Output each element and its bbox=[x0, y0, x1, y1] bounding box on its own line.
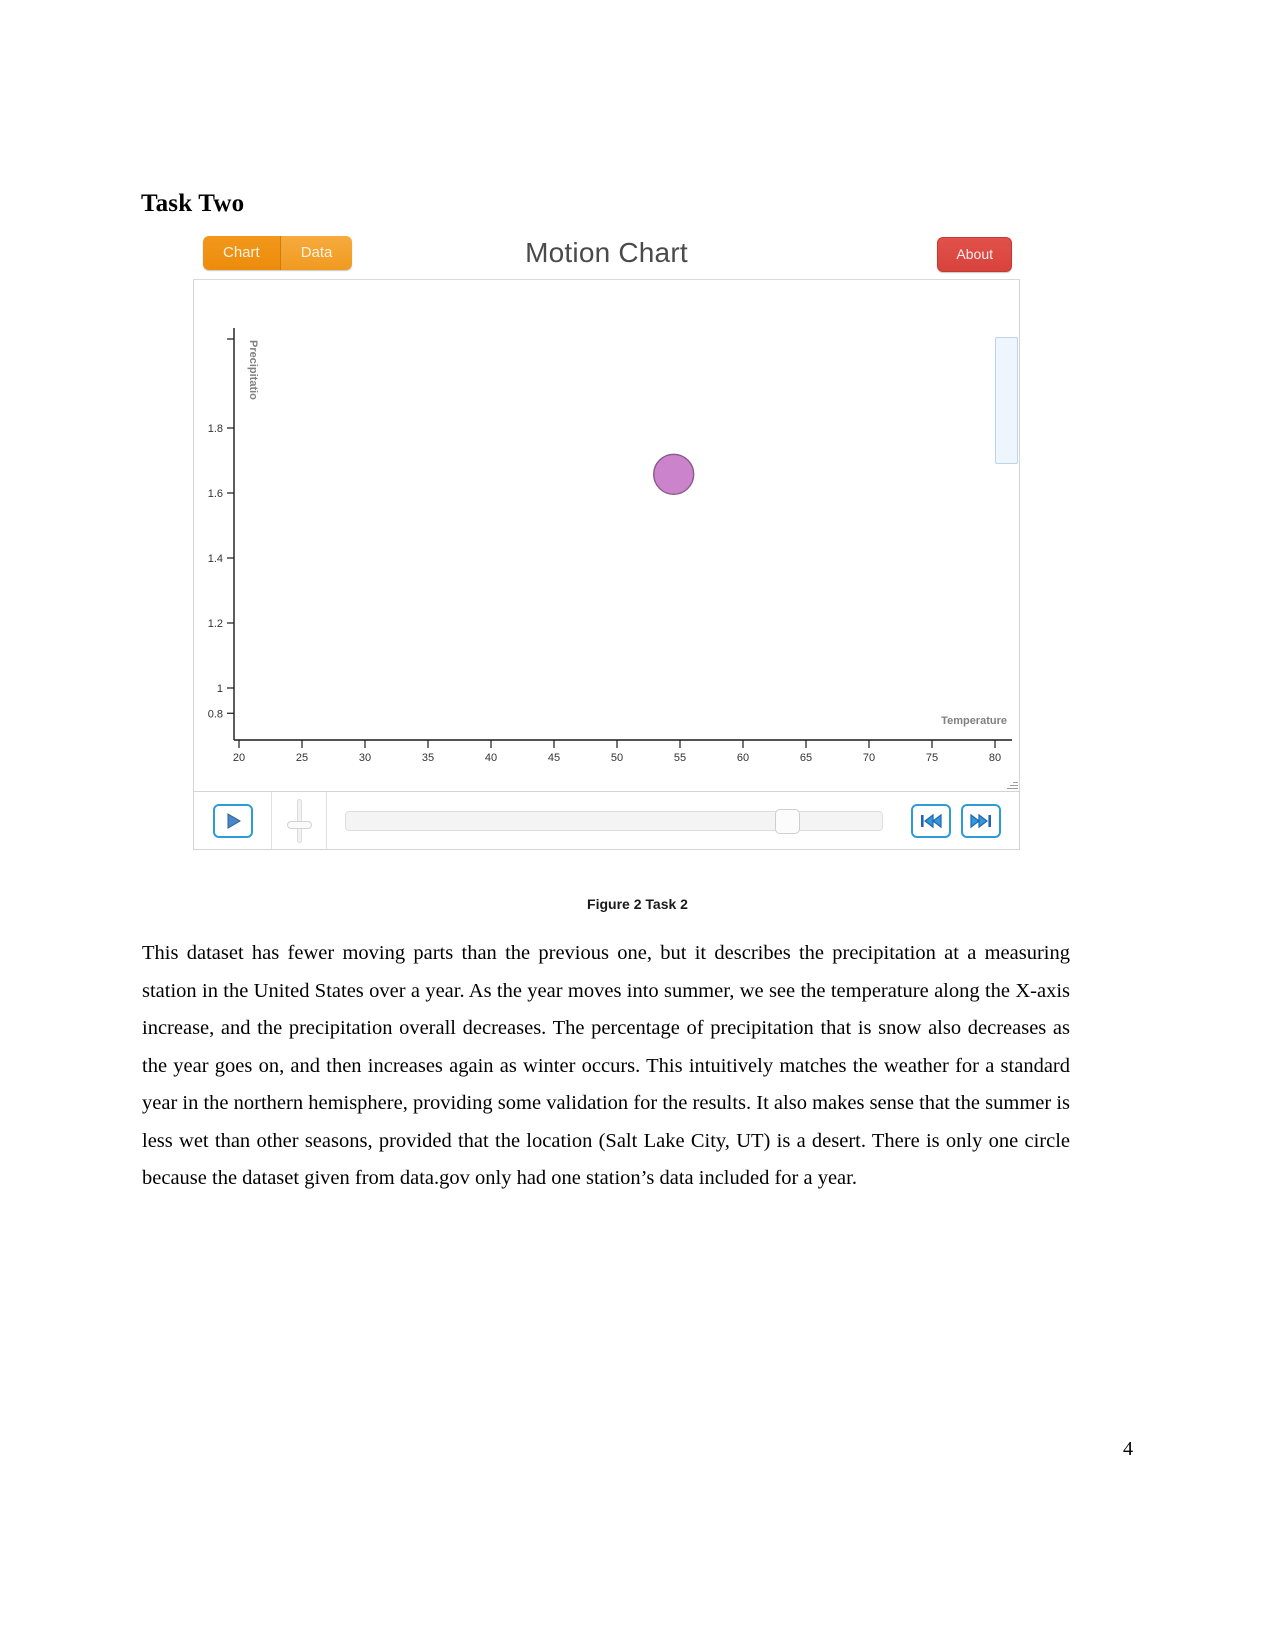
play-button-cell bbox=[194, 792, 272, 849]
play-button[interactable] bbox=[212, 803, 253, 838]
skip-back-button[interactable] bbox=[911, 803, 951, 838]
body-paragraph: This dataset has fewer moving parts than… bbox=[142, 942, 1070, 1189]
y-axis-ticks: 1.8 1.6 1.4 1.2 1 bbox=[208, 338, 234, 695]
play-icon bbox=[227, 812, 241, 829]
speed-slider-knob[interactable] bbox=[287, 820, 312, 829]
timeline-track bbox=[345, 810, 883, 831]
about-button[interactable]: About bbox=[937, 237, 1012, 272]
y-axis-title: Precipitatio bbox=[247, 340, 259, 400]
figure-caption: Figure 2 Task 2 bbox=[587, 896, 688, 912]
x-tick-label: 30 bbox=[359, 752, 371, 764]
y-tick-label: 1.6 bbox=[208, 488, 223, 500]
timeline-handle[interactable] bbox=[775, 808, 801, 834]
x-tick-label: 75 bbox=[926, 752, 938, 764]
player-controls bbox=[193, 792, 1020, 850]
x-tick-label: 65 bbox=[800, 752, 812, 764]
motion-chart-figure: Chart Data Motion Chart About 1.8 1.6 1. bbox=[193, 231, 1020, 851]
data-bubble[interactable] bbox=[653, 453, 695, 496]
x-tick-label: 25 bbox=[296, 752, 308, 764]
timeline-slider[interactable] bbox=[345, 808, 883, 834]
x-axis-ticks: 20 25 30 35 40 45 50 55 60 65 70 75 80 bbox=[233, 740, 1001, 764]
x-tick-label: 40 bbox=[485, 752, 497, 764]
skip-back-icon bbox=[921, 813, 942, 828]
x-axis-title: Temperature bbox=[941, 715, 1007, 727]
y-tick-label: 0.8 bbox=[208, 708, 223, 720]
navigation-cell bbox=[903, 792, 1019, 849]
y-tick-label: 1.4 bbox=[208, 553, 223, 565]
app-header: Chart Data Motion Chart About bbox=[193, 231, 1020, 280]
x-tick-label: 80 bbox=[989, 752, 1001, 764]
legend-panel[interactable] bbox=[995, 337, 1018, 464]
skip-forward-icon bbox=[970, 813, 991, 828]
skip-forward-button[interactable] bbox=[961, 803, 1001, 838]
x-tick-label: 45 bbox=[548, 752, 560, 764]
x-tick-label: 35 bbox=[422, 752, 434, 764]
x-tick-label: 20 bbox=[233, 752, 245, 764]
speed-control-cell bbox=[272, 792, 327, 849]
scatter-plot: 1.8 1.6 1.4 1.2 1 0.8 Precipitatio bbox=[208, 328, 1012, 764]
y-tick-label: 1 bbox=[217, 683, 223, 695]
page-title: Task Two bbox=[141, 190, 245, 217]
y-tick-label: 1.8 bbox=[208, 423, 223, 435]
x-tick-label: 50 bbox=[611, 752, 623, 764]
y-tick-label: 1.2 bbox=[208, 618, 223, 630]
chart-canvas[interactable]: 1.8 1.6 1.4 1.2 1 0.8 Precipitatio bbox=[193, 280, 1020, 792]
x-tick-label: 55 bbox=[674, 752, 686, 764]
page-number: 4 bbox=[1123, 1438, 1133, 1460]
timeline-cell bbox=[327, 792, 903, 849]
resize-grip-icon[interactable] bbox=[1006, 778, 1018, 790]
y-axis-tick-lowest: 0.8 bbox=[208, 740, 234, 757]
x-tick-label: 70 bbox=[863, 752, 875, 764]
x-tick-label: 60 bbox=[737, 752, 749, 764]
app-title: Motion Chart bbox=[525, 237, 688, 268]
speed-slider[interactable] bbox=[287, 798, 312, 843]
